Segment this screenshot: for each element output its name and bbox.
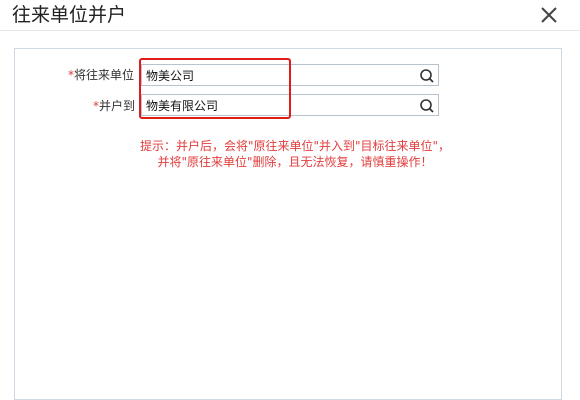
dialog-title: 往来单位并户 (12, 4, 127, 26)
warning-notice: 提示：并户后，会将"原往来单位"并入到"目标往来单位"， 并将"原往来单位"删除… (80, 138, 510, 170)
source-label-text: 将往来单位 (74, 68, 135, 82)
source-unit-field (141, 64, 439, 86)
search-icon[interactable] (418, 96, 438, 116)
target-unit-input[interactable] (142, 95, 418, 115)
search-icon[interactable] (418, 66, 438, 86)
source-label: *将往来单位 (68, 66, 134, 83)
target-label-text: 并户到 (99, 99, 136, 113)
target-label: *并户到 (93, 97, 135, 114)
notice-line-2: 并将"原往来单位"删除，且无法恢复，请慎重操作！ (157, 155, 433, 169)
notice-line-1: 提示：并户后，会将"原往来单位"并入到"目标往来单位"， (139, 139, 451, 153)
source-unit-input[interactable] (142, 65, 418, 85)
merge-dialog: 往来单位并户 *将往来单位 *并户到 (0, 0, 580, 400)
target-unit-field (141, 94, 439, 116)
close-icon[interactable] (538, 4, 560, 26)
title-divider (0, 30, 580, 31)
